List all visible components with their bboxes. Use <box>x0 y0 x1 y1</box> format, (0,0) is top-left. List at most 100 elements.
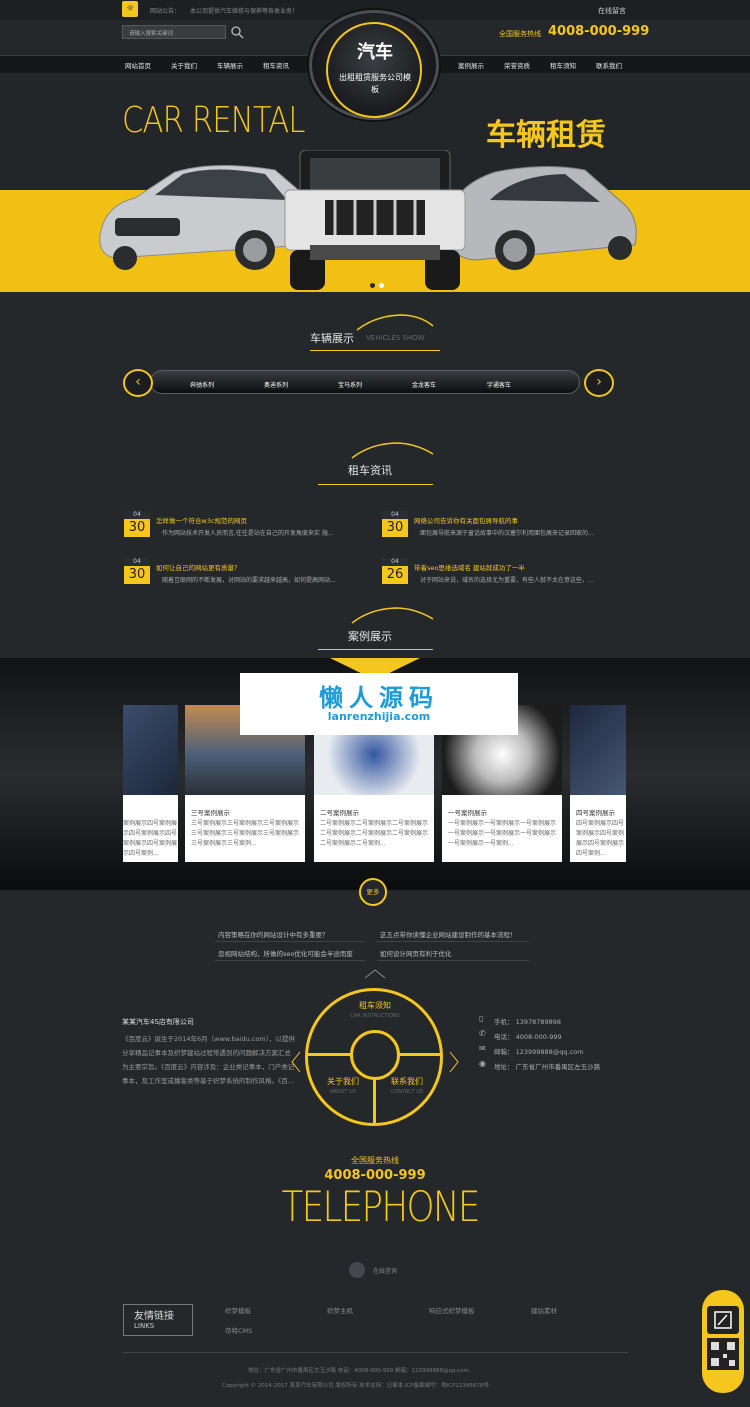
notice-icon: ☼ <box>122 1 138 17</box>
slider-dot-2[interactable] <box>379 283 384 288</box>
nav-cases[interactable]: 案例展示 <box>458 60 484 70</box>
cadillac-car-image <box>444 165 637 270</box>
case-card-partial-left[interactable]: 案例展示四号案例展示四号案例展示四号案例展示四号案例展示四号案例... <box>123 705 178 862</box>
notice-label: 网站公告： <box>150 8 181 15</box>
mail-icon: ✉ <box>479 1044 486 1053</box>
case-desc: 四号案例展示四号案例展示四号案例展示四号案例展示四号案例... <box>576 820 625 857</box>
case-card-4[interactable]: 四号案例展示 四号案例展示四号案例展示四号案例展示四号案例展示四号案例... <box>570 705 626 862</box>
company-description: 《百度云》诞生于2014年6月（www.baidu.com），以提供分享精品记事… <box>122 1035 295 1085</box>
telephone-number: 4008-000-999 <box>324 1168 426 1183</box>
case-desc: 案例展示四号案例展示四号案例展示四号案例展示四号案例展示四号案例... <box>123 820 178 857</box>
nav-vehicles[interactable]: 车辆展示 <box>217 60 243 70</box>
slider-dot-1[interactable] <box>370 283 375 288</box>
wheel-rental-notice[interactable]: 租车须知 <box>340 1000 410 1011</box>
friend-link-3[interactable]: 响应式织梦模板 <box>429 1305 475 1315</box>
vehicle-category-benz[interactable]: 奔驰系列 <box>190 380 214 389</box>
hummer-car-image <box>284 150 466 290</box>
chat-icon[interactable] <box>349 1262 365 1278</box>
wheel-hub <box>350 1030 400 1080</box>
news-title-1[interactable]: 怎样做一个符合w3c规范的网页 <box>156 515 247 525</box>
news-desc-4: 对于网站来说，域名的选择尤为重要，有些人就不太在意这些，... <box>420 577 594 584</box>
search-input[interactable]: 请输入搜索关键词 <box>122 25 226 39</box>
news-date-3: 04 30 <box>124 558 150 584</box>
article-divider <box>215 941 365 942</box>
nav-news[interactable]: 租车资讯 <box>263 60 289 70</box>
news-date-4: 04 26 <box>382 558 408 584</box>
wheel-about-us[interactable]: 关于我们 <box>316 1076 370 1087</box>
news-title-3[interactable]: 如何让自己的网站更有质量？ <box>156 562 241 572</box>
contact-phone: 电话： 4008-000-999 <box>494 1033 562 1041</box>
footer-divider <box>123 1352 628 1353</box>
article-link-3[interactable]: 这五点带你读懂企业网站建设制作的基本流程！ <box>380 929 517 939</box>
wheel-spoke <box>373 1080 376 1124</box>
case-name: 四号案例展示 <box>576 809 615 817</box>
case-desc: 一号案例展示一号案例展示一号案例展示一号案例展示一号案例展示一号案例展示一号案例… <box>448 820 557 847</box>
footer-line-1: 地址：广东省广州市番禺区左玉沙路 电话：4008-000-999 邮箱：1239… <box>248 1368 469 1374</box>
news-desc-3: 随着互联网的不断发展，对网站的要求越来越高，如何提高网站... <box>162 577 336 584</box>
audi-car-image <box>99 164 311 270</box>
footer-line-2: Copyright © 2014-2017 某某汽车有限公司 版权所有 技术支持… <box>222 1383 489 1389</box>
online-consult-link[interactable]: 在线咨询 <box>373 1266 397 1275</box>
vehicle-category-bmw[interactable]: 宝马系列 <box>338 380 362 389</box>
cases-title: 案例展示 <box>348 630 392 643</box>
vehicle-category-kinglong[interactable]: 金龙客车 <box>412 380 436 389</box>
case-name: 一号案例展示 <box>448 809 487 817</box>
nav-contact[interactable]: 联系我们 <box>596 60 622 70</box>
logo-ring <box>326 22 422 118</box>
left-arrow-icon[interactable] <box>290 1050 302 1074</box>
up-arrow-icon <box>364 969 386 979</box>
case-desc: 二号案例展示二号案例展示二号案例展示二号案例展示二号案例展示二号案例展示二号案例… <box>320 820 429 847</box>
nav-about[interactable]: 关于我们 <box>171 60 197 70</box>
hero-cars-image <box>99 150 637 290</box>
vehicles-prev-button[interactable]: ‹ <box>123 369 153 397</box>
hero-cn-title: 车辆租赁 <box>486 118 606 153</box>
car-outline-icon <box>356 314 434 331</box>
wheel-about-us-en: ABOUT US <box>330 1089 356 1095</box>
telephone-label: 全国服务热线 <box>351 1156 399 1165</box>
links-title: 友情链接 <box>134 1311 174 1322</box>
notice-text: 本公司提供汽车维修与保养等各类业务！ <box>190 8 299 15</box>
cases-more-button[interactable]: 更多 <box>359 878 387 906</box>
article-link-2[interactable]: 忽视网站结构，所做的seo优化可能会半途而废 <box>218 948 353 958</box>
friend-link-2[interactable]: 织梦主机 <box>327 1305 353 1315</box>
qr-code-icon <box>707 1338 739 1370</box>
vehicles-subtitle: VEHICLES SHOW <box>366 334 425 342</box>
news-divider <box>318 484 433 485</box>
article-link-4[interactable]: 如何设计网页有利于优化 <box>380 948 452 958</box>
wheel-contact-us[interactable]: 联系我们 <box>380 1076 434 1087</box>
contact-email: 邮箱： 123999888@qq.com <box>494 1048 584 1056</box>
hotline-number: 4008-000-999 <box>548 24 650 39</box>
company-name: 某某汽车4S店有限公司 <box>122 1018 194 1026</box>
hero-en-title: CAR RENTAL <box>122 100 305 141</box>
wheel-rental-notice-en: CAR INSTRUCTIONS <box>350 1013 400 1019</box>
nav-rental-notice[interactable]: 租车须知 <box>550 60 576 70</box>
article-link-1[interactable]: 内容策略在你的网站设计中有多重要？ <box>218 929 329 939</box>
news-title-4[interactable]: 带着seo思维选域名 建站就成功了一半 <box>414 562 525 572</box>
edit-icon[interactable] <box>707 1306 739 1334</box>
nav-honors[interactable]: 荣誉资质 <box>504 60 530 70</box>
watermark-title: 懒人源码 <box>319 684 439 712</box>
article-divider <box>215 960 365 961</box>
vehicle-category-audi[interactable]: 奥迪系列 <box>264 380 288 389</box>
vehicle-category-yutong[interactable]: 宇通客车 <box>487 380 511 389</box>
vehicles-title: 车辆展示 <box>310 332 354 345</box>
online-message-link[interactable]: 在线留言 <box>598 6 626 16</box>
right-arrow-icon[interactable] <box>448 1050 460 1074</box>
case-name: 二号案例展示 <box>320 809 359 817</box>
car-outline-icon <box>351 442 434 459</box>
friend-link-5[interactable]: 帝特CMS <box>225 1325 252 1335</box>
watermark-url: lanrenzhijia.com <box>327 710 431 723</box>
news-desc-1: 作为网站技术开发人员而言,往往是站在自己的开发角度来实 施... <box>162 530 334 537</box>
friend-link-1[interactable]: 织梦模板 <box>225 1305 251 1315</box>
article-divider <box>377 960 529 961</box>
case-image <box>123 705 178 795</box>
nav-home[interactable]: 网站首页 <box>125 60 151 70</box>
wheel-contact-us-en: CONTACT US <box>390 1089 424 1095</box>
friend-link-4[interactable]: 建站素材 <box>531 1305 557 1315</box>
case-desc: 三号案例展示三号案例展示三号案例展示三号案例展示三号案例展示三号案例展示三号案例… <box>191 820 300 847</box>
news-title: 租车资讯 <box>348 464 392 477</box>
search-icon[interactable] <box>230 25 244 39</box>
news-title-2[interactable]: 网络公司告诉你有关面包屑导航的事 <box>414 515 518 525</box>
vehicles-next-button[interactable]: › <box>584 369 614 397</box>
logo-subtitle: 出租租赁服务公司模板 <box>339 73 411 94</box>
